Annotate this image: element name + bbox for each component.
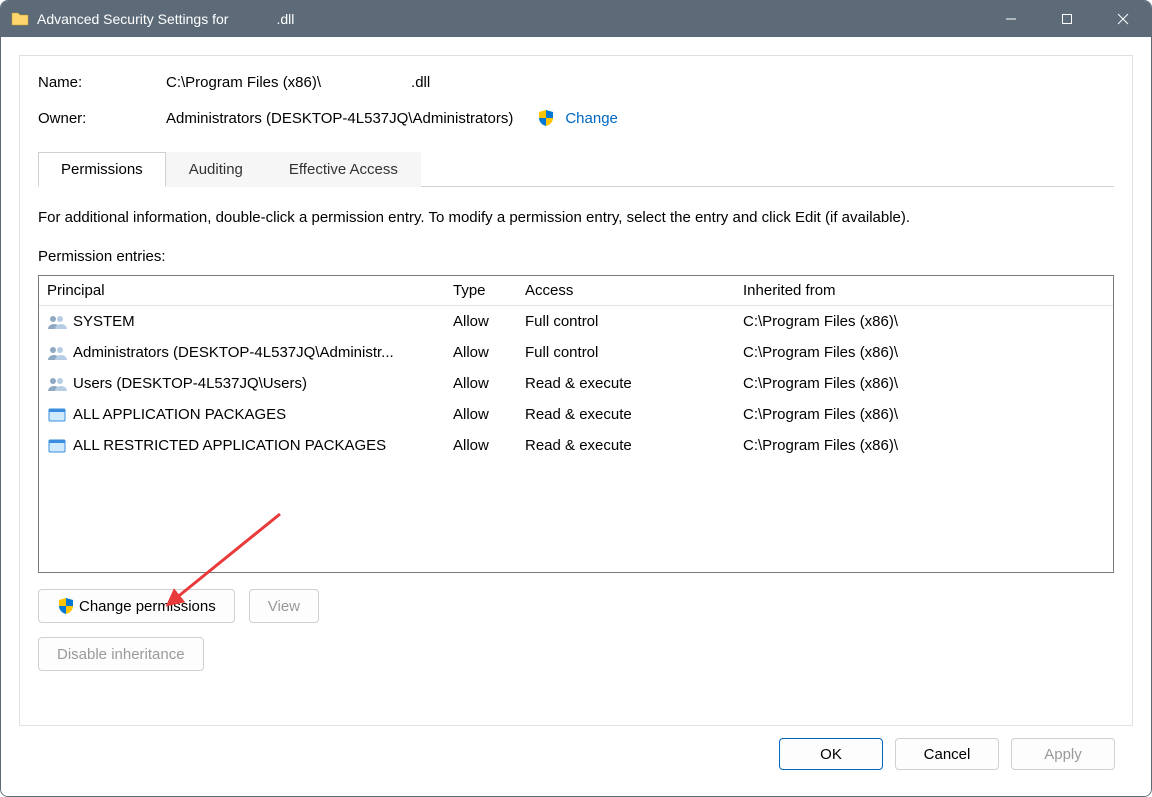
minimize-button[interactable] — [983, 1, 1039, 37]
principal-text: Administrators (DESKTOP-4L537JQ\Administ… — [73, 344, 394, 361]
title-file: .dll — [276, 11, 294, 27]
table-header: Principal Type Access Inherited from — [39, 276, 1113, 306]
access-text: Read & execute — [525, 406, 743, 423]
tab-effective-access[interactable]: Effective Access — [266, 152, 421, 187]
type-text: Allow — [453, 406, 525, 423]
user-group-icon — [47, 375, 67, 393]
col-type[interactable]: Type — [453, 282, 525, 299]
owner-label: Owner: — [38, 110, 166, 127]
window-controls — [983, 1, 1151, 37]
principal-text: Users (DESKTOP-4L537JQ\Users) — [73, 375, 307, 392]
content-outer: Name: C:\Program Files (x86)\ .dll Owner… — [1, 37, 1151, 796]
cancel-button[interactable]: Cancel — [895, 738, 999, 770]
user-group-icon — [47, 344, 67, 362]
table-row[interactable]: ALL APPLICATION PACKAGES AllowRead & exec… — [39, 399, 1113, 430]
inherited-text: C:\Program Files (x86)\ — [743, 344, 1105, 361]
inherited-text: C:\Program Files (x86)\ — [743, 375, 1105, 392]
access-text: Full control — [525, 313, 743, 330]
tab-description: For additional information, double-click… — [38, 209, 1114, 226]
action-buttons: Change permissions View — [38, 589, 1114, 623]
inherited-text: C:\Program Files (x86)\ — [743, 437, 1105, 454]
inherit-row: Disable inheritance — [38, 637, 1114, 671]
col-access[interactable]: Access — [525, 282, 743, 299]
col-inherited[interactable]: Inherited from — [743, 282, 1105, 299]
owner-row: Owner: Administrators (DESKTOP-4L537JQ\A… — [38, 109, 1114, 127]
uac-shield-icon — [537, 109, 555, 127]
table-row[interactable]: Administrators (DESKTOP-4L537JQ\Administ… — [39, 337, 1113, 368]
disable-inheritance-button[interactable]: Disable inheritance — [38, 637, 204, 671]
name-ext: .dll — [411, 74, 430, 91]
disable-inheritance-label: Disable inheritance — [57, 646, 185, 663]
name-row: Name: C:\Program Files (x86)\ .dll — [38, 74, 1114, 91]
package-icon — [47, 406, 67, 424]
tabs: Permissions Auditing Effective Access — [38, 151, 1114, 187]
type-text: Allow — [453, 344, 525, 361]
package-icon — [47, 437, 67, 455]
content-frame: Name: C:\Program Files (x86)\ .dll Owner… — [19, 55, 1133, 726]
principal-text: SYSTEM — [73, 313, 135, 330]
security-settings-window: Advanced Security Settings for .dll Name… — [0, 0, 1152, 797]
table-row[interactable]: ALL RESTRICTED APPLICATION PACKAGES Allow… — [39, 430, 1113, 461]
inherited-text: C:\Program Files (x86)\ — [743, 313, 1105, 330]
titlebar: Advanced Security Settings for .dll — [1, 1, 1151, 37]
access-text: Read & execute — [525, 375, 743, 392]
entries-label: Permission entries: — [38, 248, 1114, 265]
user-group-icon — [47, 313, 67, 331]
access-text: Full control — [525, 344, 743, 361]
change-owner-link[interactable]: Change — [565, 110, 618, 127]
maximize-button[interactable] — [1039, 1, 1095, 37]
close-button[interactable] — [1095, 1, 1151, 37]
table-row[interactable]: Users (DESKTOP-4L537JQ\Users) AllowRead &… — [39, 368, 1113, 399]
owner-value: Administrators (DESKTOP-4L537JQ\Administ… — [166, 110, 513, 127]
table-row[interactable]: SYSTEM AllowFull controlC:\Program Files … — [39, 306, 1113, 337]
name-label: Name: — [38, 74, 166, 91]
type-text: Allow — [453, 437, 525, 454]
view-label: View — [268, 598, 300, 615]
change-permissions-label: Change permissions — [79, 598, 216, 615]
change-permissions-button[interactable]: Change permissions — [38, 589, 235, 623]
name-path: C:\Program Files (x86)\ — [166, 74, 321, 91]
principal-text: ALL APPLICATION PACKAGES — [73, 406, 286, 423]
access-text: Read & execute — [525, 437, 743, 454]
title-prefix: Advanced Security Settings for — [37, 11, 228, 27]
inherited-text: C:\Program Files (x86)\ — [743, 406, 1105, 423]
view-button[interactable]: View — [249, 589, 319, 623]
type-text: Allow — [453, 375, 525, 392]
uac-shield-icon — [57, 597, 75, 615]
tab-permissions[interactable]: Permissions — [38, 152, 166, 187]
apply-button[interactable]: Apply — [1011, 738, 1115, 770]
col-principal[interactable]: Principal — [47, 282, 453, 299]
type-text: Allow — [453, 313, 525, 330]
folder-icon — [11, 10, 29, 28]
ok-button[interactable]: OK — [779, 738, 883, 770]
tab-auditing[interactable]: Auditing — [166, 152, 266, 187]
principal-text: ALL RESTRICTED APPLICATION PACKAGES — [73, 437, 386, 454]
footer-buttons: OK Cancel Apply — [19, 726, 1133, 784]
permissions-table: Principal Type Access Inherited from SYS… — [38, 275, 1114, 573]
